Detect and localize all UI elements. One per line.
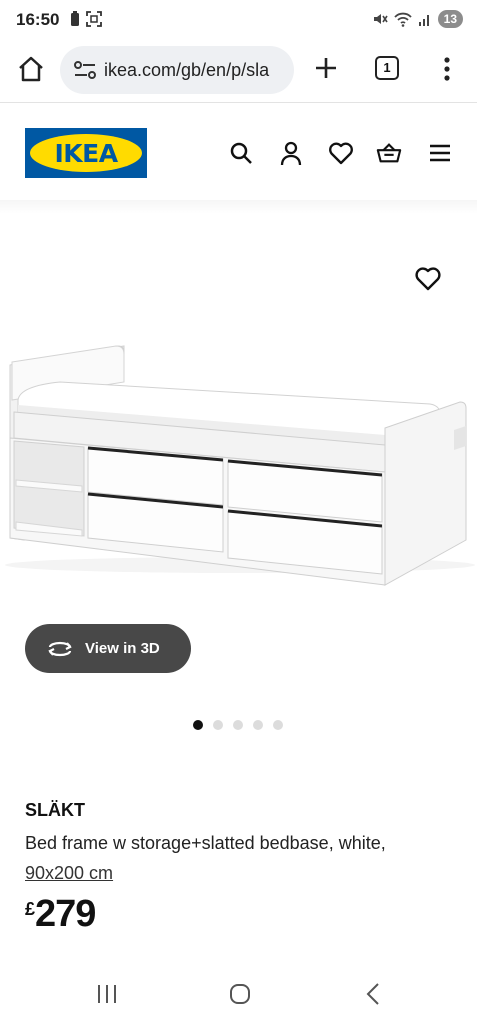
back-icon[interactable] bbox=[360, 980, 388, 1008]
status-time: 16:50 bbox=[16, 10, 60, 29]
status-bar: 16:50 13 bbox=[0, 0, 477, 40]
new-tab-icon[interactable] bbox=[312, 54, 340, 82]
gallery-dot[interactable] bbox=[253, 720, 263, 730]
divider bbox=[0, 102, 477, 103]
home-icon[interactable] bbox=[16, 54, 46, 84]
battery-level: 13 bbox=[437, 10, 463, 28]
system-navigation-bar bbox=[0, 960, 477, 1024]
gallery-dot[interactable] bbox=[213, 720, 223, 730]
home-nav-icon[interactable] bbox=[226, 980, 254, 1008]
product-description-text: Bed frame w storage+slatted bedbase, whi… bbox=[25, 833, 386, 853]
gallery-dot[interactable] bbox=[233, 720, 243, 730]
view-in-3d-button[interactable]: View in 3D bbox=[25, 624, 191, 673]
rotate-3d-icon bbox=[48, 641, 72, 656]
price-amount: 279 bbox=[35, 893, 96, 935]
mute-icon bbox=[373, 14, 388, 24]
ikea-logo[interactable]: IKEA bbox=[25, 128, 147, 178]
product-name: SLÄKT bbox=[25, 800, 85, 820]
site-settings-icon[interactable] bbox=[72, 57, 98, 83]
gallery-pagination bbox=[193, 720, 283, 730]
view-in-3d-label: View in 3D bbox=[85, 640, 160, 657]
wifi-icon bbox=[393, 12, 412, 27]
account-icon[interactable] bbox=[278, 140, 304, 166]
tab-switcher-button[interactable]: 1 bbox=[375, 56, 399, 80]
add-to-favourites-icon[interactable] bbox=[414, 265, 442, 293]
menu-icon[interactable] bbox=[427, 140, 453, 166]
signal-icon bbox=[418, 15, 429, 26]
logo-text: IKEA bbox=[54, 138, 118, 168]
basket-icon[interactable] bbox=[376, 140, 402, 166]
site-header: IKEA bbox=[0, 104, 477, 204]
price-currency: £ bbox=[25, 899, 36, 919]
favourites-icon[interactable] bbox=[328, 140, 354, 166]
browser-menu-icon[interactable] bbox=[437, 54, 457, 84]
gallery-dot[interactable] bbox=[273, 720, 283, 730]
product-image[interactable] bbox=[0, 240, 477, 620]
battery-saver-icon bbox=[71, 11, 79, 26]
search-icon[interactable] bbox=[228, 140, 254, 166]
product-description: Bed frame w storage+slatted bedbase, whi… bbox=[25, 828, 465, 888]
browser-toolbar: ikea.com/gb/en/p/sla 1 bbox=[0, 42, 477, 98]
recent-apps-icon[interactable] bbox=[93, 980, 121, 1008]
product-price: £ 279 bbox=[25, 893, 96, 936]
gallery-dot[interactable] bbox=[193, 720, 203, 730]
screenshot-icon bbox=[86, 11, 102, 27]
url-text[interactable]: ikea.com/gb/en/p/sla bbox=[104, 60, 269, 81]
product-size-link[interactable]: 90x200 cm bbox=[25, 863, 113, 883]
address-bar[interactable]: ikea.com/gb/en/p/sla bbox=[60, 46, 294, 94]
